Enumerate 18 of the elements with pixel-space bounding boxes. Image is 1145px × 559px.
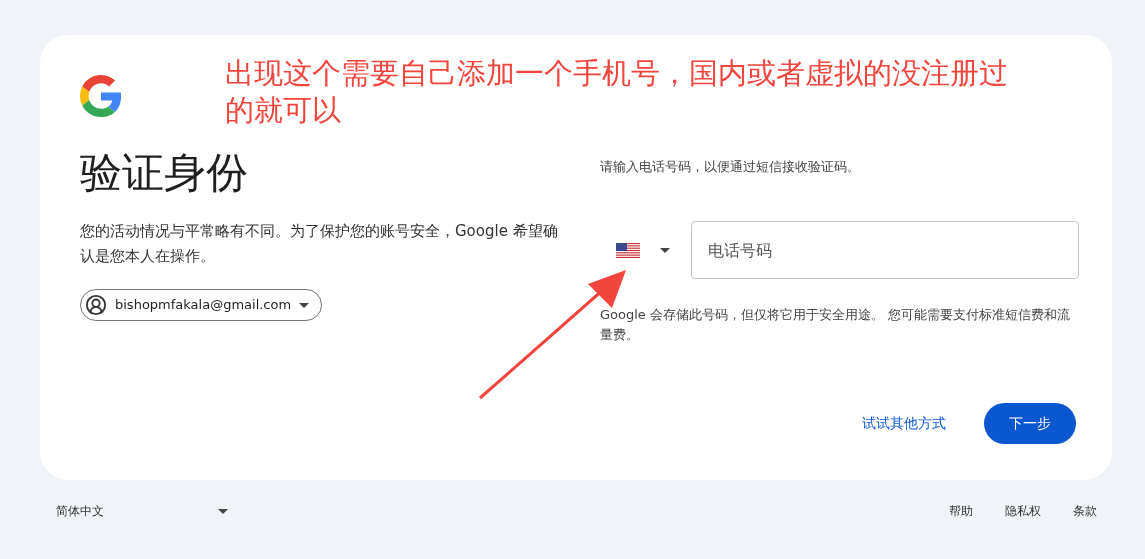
google-logo-icon xyxy=(80,75,122,117)
note-text: Google 会存储此号码，但仅将它用于安全用途。 您可能需要支付标准短信费和流量费。 xyxy=(600,306,1072,344)
caret-icon xyxy=(660,247,670,253)
language-selector[interactable]: 简体中文 xyxy=(56,502,228,520)
footer-link[interactable]: 帮助 xyxy=(949,502,973,520)
annotation-text: 出现这个需要自己添加一个手机号，国内或者虚拟的没注册过的就可以 xyxy=(225,55,1009,129)
footer-link[interactable]: 隐私权 xyxy=(1005,502,1041,520)
footer-link[interactable]: 条款 xyxy=(1073,502,1097,520)
phone-input-field[interactable]: 电话号码 xyxy=(691,221,1079,279)
flag-icon xyxy=(616,242,640,258)
description-text: 您的活动情况与平常略有不同。为了保护您的账号安全，Google 希望确认是您本人在操作。 xyxy=(80,221,559,267)
prompt-text: 请输入电话号码，以便通过短信接收验证码。 xyxy=(600,158,861,176)
caret-icon xyxy=(218,508,228,514)
try-another-way-link[interactable]: 试试其他方式 xyxy=(862,413,946,434)
account-icon xyxy=(85,294,107,316)
caret-icon xyxy=(299,302,310,308)
next-button[interactable]: 下一步 xyxy=(984,403,1076,444)
page-title: 验证身份 xyxy=(80,147,248,199)
